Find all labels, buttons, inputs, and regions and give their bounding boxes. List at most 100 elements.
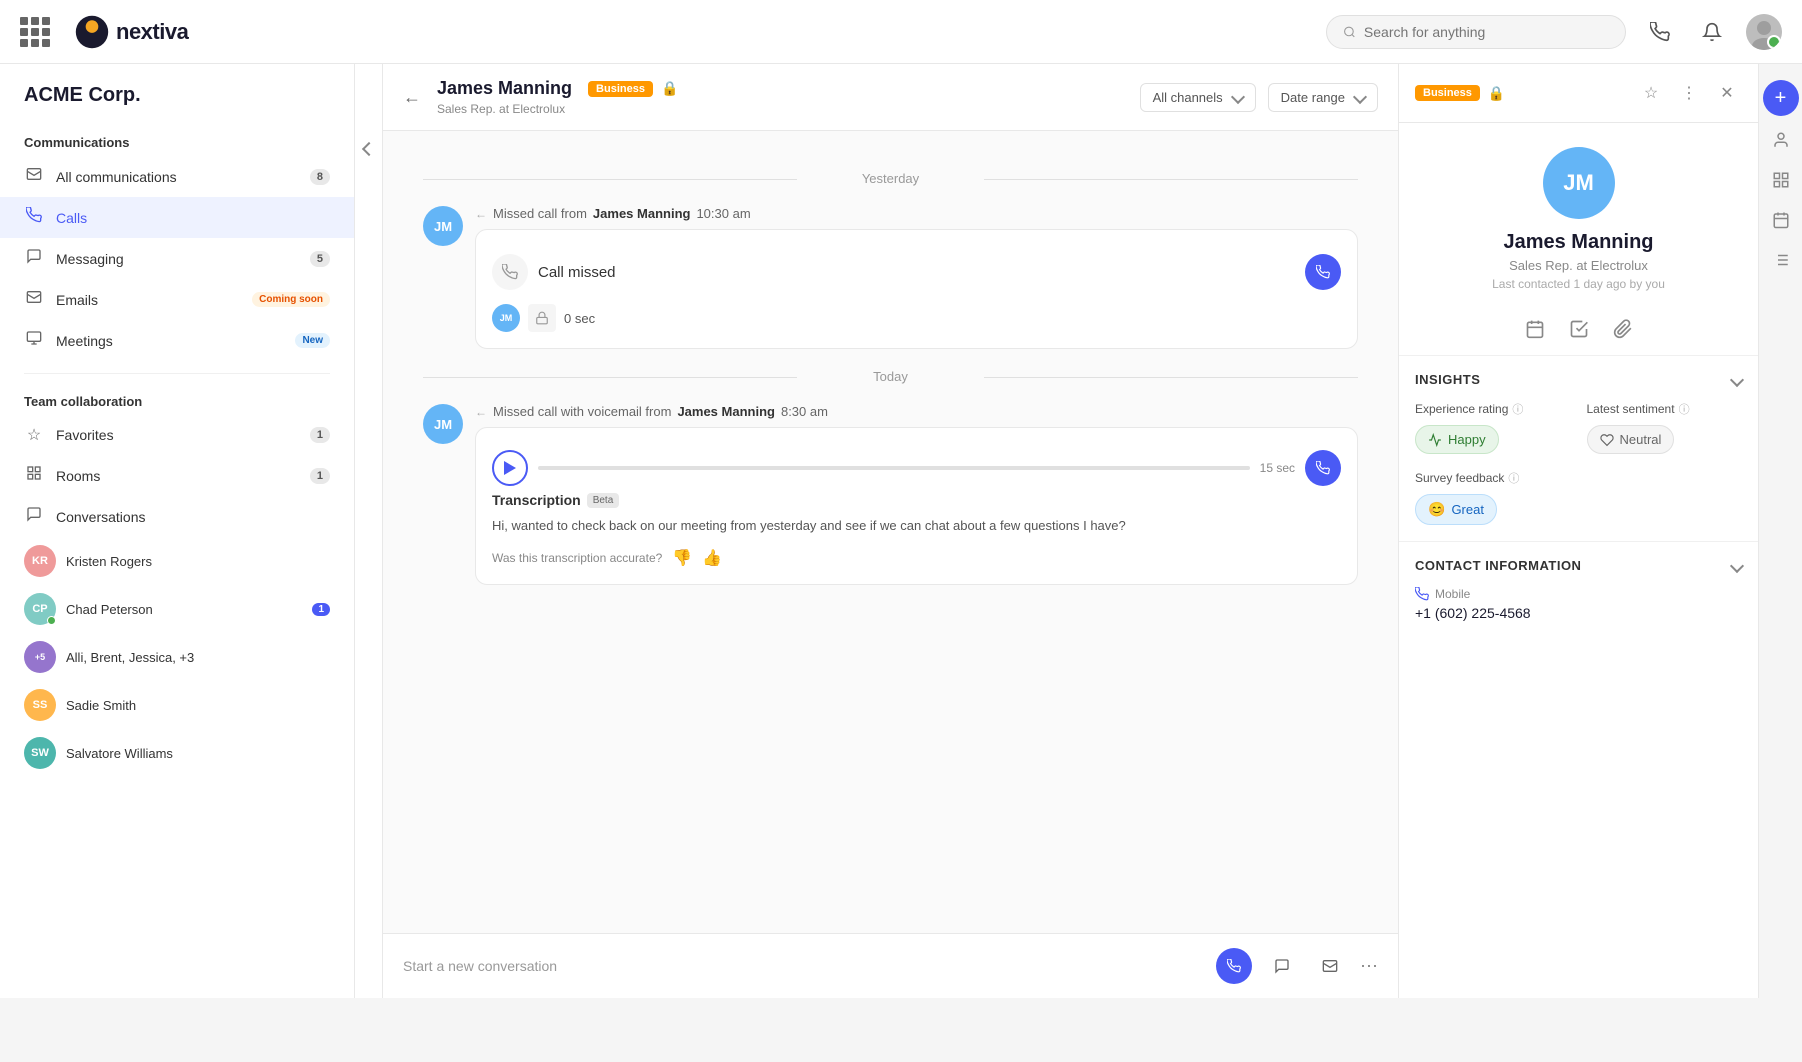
yesterday-label: Yesterday (862, 171, 919, 186)
calls-label: Calls (56, 210, 330, 226)
insights-chevron[interactable] (1730, 372, 1744, 386)
sadie-avatar: SS (24, 689, 56, 721)
audio-progress-bar[interactable] (538, 466, 1250, 470)
star-button[interactable]: ☆ (1636, 78, 1666, 108)
sentiment-label-text: Latest sentiment (1587, 402, 1675, 416)
team-collaboration-title: Team collaboration (0, 386, 354, 415)
call-back-button-1[interactable] (1305, 254, 1341, 290)
contact-attachment-icon[interactable] (1613, 319, 1633, 339)
message-group-voicemail: JM ← Missed call with voicemail from Jam… (423, 404, 1358, 585)
global-search[interactable] (1326, 15, 1626, 49)
messaging-label: Messaging (56, 251, 298, 267)
sidebar-item-favorites[interactable]: ☆ Favorites 1 (0, 415, 354, 455)
jm-avatar-2: JM (423, 404, 463, 444)
date-range-filter[interactable]: Date range (1268, 83, 1378, 112)
rp-action-icons: ☆ ⋮ ✕ (1636, 78, 1742, 108)
all-channels-filter[interactable]: All channels (1140, 83, 1256, 112)
fab-calendar-icon[interactable] (1765, 204, 1797, 236)
meetings-new-badge: New (295, 333, 330, 348)
kristen-avatar: KR (24, 545, 56, 577)
sidebar-item-rooms[interactable]: Rooms 1 (0, 455, 354, 496)
contact-info-chevron[interactable] (1730, 558, 1744, 572)
meetings-icon (24, 330, 44, 351)
fab-person-icon[interactable] (1765, 124, 1797, 156)
chat-area: ← James Manning Business 🔒 Sales Rep. at… (383, 64, 1398, 998)
voicemail-time: 8:30 am (781, 404, 828, 419)
sidebar-item-conversations[interactable]: Conversations (0, 496, 354, 537)
experience-value: Happy (1448, 432, 1486, 447)
call-back-button-2[interactable] (1305, 450, 1341, 486)
date-divider-today: Today (423, 369, 1358, 384)
salvatore-name: Salvatore Williams (66, 746, 330, 761)
missed-call-from-label: Missed call from (493, 206, 587, 221)
voicemail-from-name: James Manning (677, 404, 775, 419)
missed-call-header: ← Missed call from James Manning 10:30 a… (475, 206, 1358, 221)
add-button[interactable]: + (1763, 80, 1799, 116)
sidebar-item-emails[interactable]: Emails Coming soon (0, 279, 354, 320)
missed-call-phone-icon (492, 254, 528, 290)
sentiment-help-icon: ⓘ (1679, 401, 1690, 417)
fab-grid-icon[interactable] (1765, 164, 1797, 196)
more-button[interactable]: ⋮ (1674, 78, 1704, 108)
chevron-down-icon-2 (1353, 90, 1367, 104)
salvatore-avatar: SW (24, 737, 56, 769)
group-avatar: +5 (24, 641, 56, 673)
transcript-accurate-row: Was this transcription accurate? 👎 👍 (492, 548, 1341, 568)
conversation-group[interactable]: +5 Alli, Brent, Jessica, +3 (0, 633, 354, 681)
rooms-badge: 1 (310, 468, 330, 484)
back-button[interactable]: ← (403, 87, 421, 108)
close-button[interactable]: ✕ (1712, 78, 1742, 108)
duration-label: 0 sec (564, 311, 595, 326)
message-input-button[interactable] (1264, 948, 1300, 984)
play-button[interactable] (492, 450, 528, 486)
chat-messages: Yesterday JM ← Missed call from James Ma… (383, 131, 1398, 933)
contact-tasks-icon[interactable] (1569, 319, 1589, 339)
sidebar-item-calls[interactable]: Calls (0, 197, 354, 238)
latest-sentiment-block: Latest sentiment ⓘ Neutral (1587, 401, 1743, 454)
notifications-icon-btn[interactable] (1694, 14, 1730, 50)
smile-icon: 😊 (1428, 501, 1445, 518)
user-avatar[interactable] (1746, 14, 1782, 50)
phone-icon-btn[interactable] (1642, 14, 1678, 50)
chat-input-bar: Start a new conversation ⋯ (383, 933, 1398, 998)
fab-sidebar: + (1758, 64, 1802, 998)
right-panel-header: Business 🔒 ☆ ⋮ ✕ (1399, 64, 1758, 123)
survey-help-icon: ⓘ (1508, 470, 1519, 486)
conversation-kristen[interactable]: KR Kristen Rogers (0, 537, 354, 585)
sidebar-divider (24, 373, 330, 374)
fab-list-icon[interactable] (1765, 244, 1797, 276)
more-options-button[interactable]: ⋯ (1360, 956, 1378, 977)
conversation-sadie[interactable]: SS Sadie Smith (0, 681, 354, 729)
survey-feedback-chip: 😊 Great (1415, 494, 1497, 525)
mobile-phone-icon (1415, 587, 1429, 601)
thumbs-down-button[interactable]: 👎 (672, 548, 692, 568)
jm-avatar-1: JM (423, 206, 463, 246)
arrow-icon-2: ← (475, 405, 487, 419)
email-input-button[interactable] (1312, 948, 1348, 984)
thumbs-up-button[interactable]: 👍 (702, 548, 722, 568)
contact-calendar-icon[interactable] (1525, 319, 1545, 339)
favorites-badge: 1 (310, 427, 330, 443)
chevron-down-icon (1231, 90, 1245, 104)
sidebar-item-meetings[interactable]: Meetings New (0, 320, 354, 361)
favorites-label: Favorites (56, 427, 298, 443)
sidebar-item-messaging[interactable]: Messaging 5 (0, 238, 354, 279)
audio-duration: 15 sec (1260, 461, 1295, 475)
contact-name: James Manning (1415, 231, 1742, 254)
sidebar-toggle[interactable] (355, 64, 383, 998)
conversation-salvatore[interactable]: SW Salvatore Williams (0, 729, 354, 777)
avatar-initials-1: JM (434, 219, 452, 234)
kristen-name: Kristen Rogers (66, 554, 330, 569)
sidebar-item-all-communications[interactable]: All communications 8 (0, 156, 354, 197)
missed-call-content: ← Missed call from James Manning 10:30 a… (475, 206, 1358, 349)
emails-coming-soon-badge: Coming soon (252, 292, 330, 307)
call-input-button[interactable] (1216, 948, 1252, 984)
survey-label-text: Survey feedback (1415, 471, 1504, 485)
conversation-chad[interactable]: CP Chad Peterson 1 (0, 585, 354, 633)
logo-text: nextiva (116, 19, 188, 45)
apps-icon[interactable] (20, 17, 50, 47)
contact-avatar: JM (1543, 147, 1615, 219)
lock-icon: 🔒 (661, 80, 678, 97)
missed-call-time: 10:30 am (696, 206, 750, 221)
search-input[interactable] (1364, 24, 1609, 40)
